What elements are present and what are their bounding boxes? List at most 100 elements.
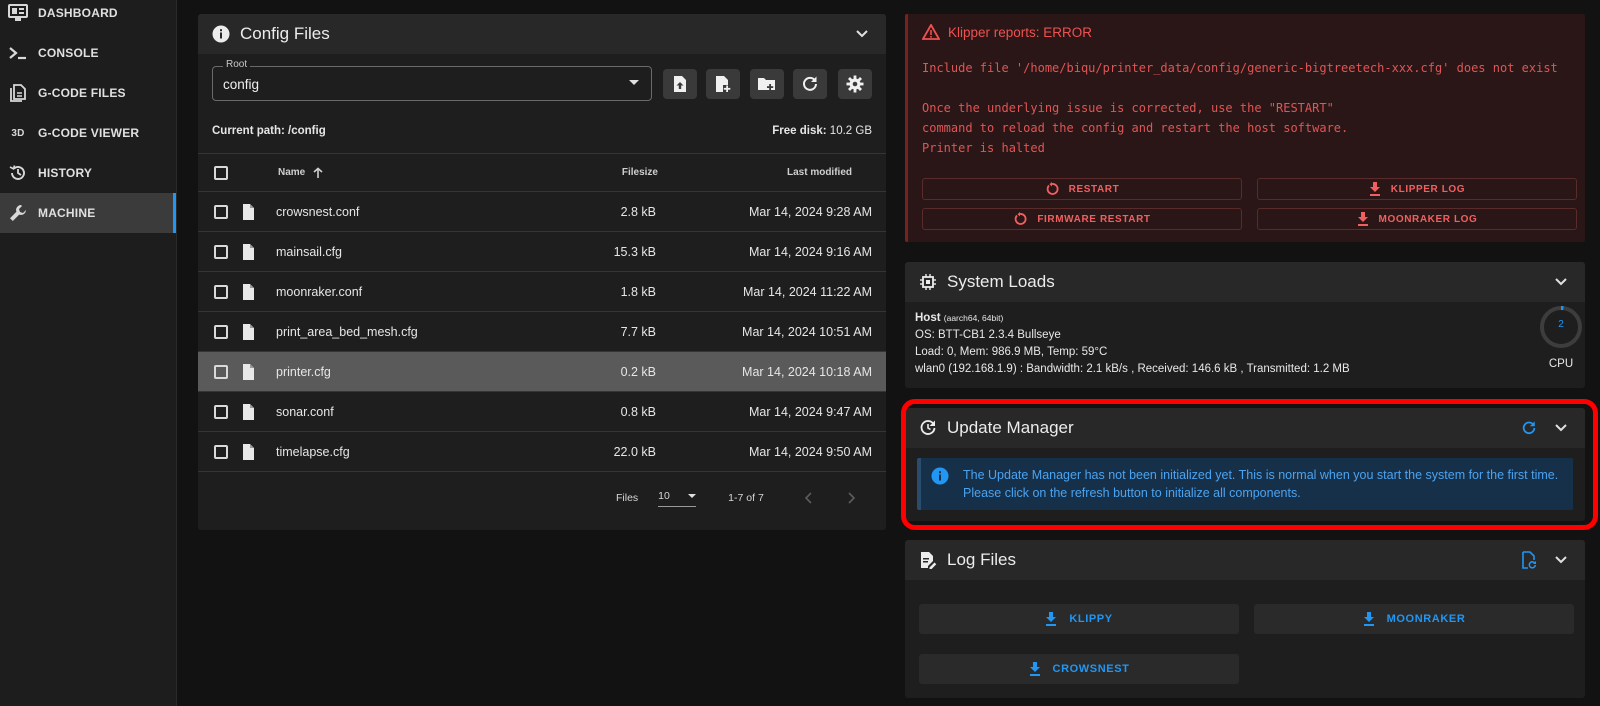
sidebar-item-label: G-CODE FILES xyxy=(38,86,126,100)
create-file-button[interactable] xyxy=(706,69,740,99)
modified-column-header[interactable]: Last modified xyxy=(658,167,886,178)
info-icon xyxy=(212,25,230,43)
chevron-down-icon[interactable] xyxy=(1551,550,1571,570)
row-checkbox[interactable] xyxy=(214,204,228,219)
crowsnest-log-button[interactable]: CROWSNEST xyxy=(919,654,1239,684)
moonraker-log-button[interactable]: MOONRAKER LOG xyxy=(1257,208,1577,230)
alert-icon xyxy=(922,24,940,40)
sidebar-item-gcode-viewer[interactable]: 3D G-CODE VIEWER xyxy=(0,113,176,153)
file-name: crowsnest.conf xyxy=(276,204,360,219)
log-files-header: Log Files xyxy=(905,540,1585,580)
name-column-header[interactable]: Name xyxy=(278,166,558,179)
file-size: 1.8 kB xyxy=(620,284,656,299)
file-refresh-icon xyxy=(1522,551,1537,569)
files-per-page-label: Files xyxy=(616,492,639,504)
download-icon xyxy=(1363,612,1375,626)
file-name: timelapse.cfg xyxy=(276,444,350,459)
file-modified: Mar 14, 2024 9:50 AM xyxy=(749,444,872,459)
firmware-restart-button[interactable]: FIRMWARE RESTART xyxy=(922,208,1242,230)
system-loads-title: System Loads xyxy=(947,272,1055,291)
table-row[interactable]: print_area_bed_mesh.cfg 7.7 kB Mar 14, 202… xyxy=(198,312,886,352)
cpu-value: 2 xyxy=(1558,319,1564,330)
cpu-gauge: 2 xyxy=(1538,304,1584,350)
log-rollover-button[interactable] xyxy=(1521,551,1537,569)
per-page-select[interactable]: 10 xyxy=(658,490,697,507)
chevron-down-icon[interactable] xyxy=(852,24,872,44)
upload-file-button[interactable] xyxy=(663,69,697,99)
arrow-up-icon xyxy=(313,166,323,179)
monitor-dashboard-icon xyxy=(6,1,30,25)
row-checkbox[interactable] xyxy=(214,364,228,379)
wrench-icon xyxy=(6,201,30,225)
table-row[interactable]: moonraker.conf 1.8 kB Mar 14, 2024 11:22 A… xyxy=(198,272,886,312)
file-modified: Mar 14, 2024 10:18 AM xyxy=(742,364,872,379)
config-files-header: Config Files xyxy=(198,14,886,54)
console-prompt-icon xyxy=(6,41,30,65)
download-icon xyxy=(1369,182,1381,196)
select-all-checkbox[interactable] xyxy=(214,165,228,180)
filesize-column-header[interactable]: Filesize xyxy=(558,167,658,178)
restart-icon xyxy=(1013,212,1027,226)
free-disk: Free disk: 10.2 GB xyxy=(772,125,872,137)
sidebar-item-dashboard[interactable]: DASHBOARD xyxy=(0,0,176,33)
system-loads-panel: System Loads Host (aarch64, 64bit) OS: B… xyxy=(905,262,1585,388)
caret-down-icon xyxy=(688,493,697,498)
file-size: 0.2 kB xyxy=(620,364,656,379)
path-info: Current path: /config Free disk: 10.2 GB xyxy=(212,125,872,137)
row-checkbox[interactable] xyxy=(214,244,228,259)
file-upload-icon xyxy=(672,75,688,93)
cpu-label: CPU xyxy=(1548,358,1574,370)
sidebar-item-label: G-CODE VIEWER xyxy=(38,126,140,140)
cpu-chip-icon xyxy=(919,273,937,291)
sidebar: DASHBOARD CONSOLE G-CODE FILES 3D G-CODE… xyxy=(0,0,177,706)
moonraker-log-download-button[interactable]: MOONRAKER xyxy=(1254,604,1574,634)
row-checkbox[interactable] xyxy=(214,444,228,459)
download-icon xyxy=(1029,662,1041,676)
load-info: Load: 0, Mem: 986.9 MB, Temp: 59°C xyxy=(915,346,1108,358)
row-checkbox[interactable] xyxy=(214,404,228,419)
create-folder-button[interactable] xyxy=(750,69,784,99)
table-row[interactable]: mainsail.cfg 15.3 kB Mar 14, 2024 9:16 AM xyxy=(198,232,886,272)
sidebar-item-gcode-files[interactable]: G-CODE FILES xyxy=(0,73,176,113)
system-loads-header: System Loads xyxy=(905,262,1585,302)
host-arch: (aarch64, 64bit) xyxy=(943,313,1004,323)
host-label: Host xyxy=(915,312,941,324)
file-name: moonraker.conf xyxy=(276,284,363,299)
prev-page-button[interactable] xyxy=(804,492,814,504)
refresh-button[interactable] xyxy=(793,69,827,99)
file-name: mainsail.cfg xyxy=(276,244,342,259)
chevron-left-icon xyxy=(804,492,812,504)
table-row[interactable]: printer.cfg 0.2 kB Mar 14, 2024 10:18 AM xyxy=(198,352,886,392)
settings-button[interactable] xyxy=(838,69,872,99)
file-size: 2.8 kB xyxy=(620,204,656,219)
table-row[interactable]: timelapse.cfg 22.0 kB Mar 14, 2024 9:50 AM xyxy=(198,432,886,472)
file-modified: Mar 14, 2024 11:22 AM xyxy=(742,284,872,299)
root-select[interactable]: Root config xyxy=(212,59,652,101)
table-row[interactable]: sonar.conf 0.8 kB Mar 14, 2024 9:47 AM xyxy=(198,392,886,432)
klipper-log-button[interactable]: KLIPPER LOG xyxy=(1257,178,1577,200)
file-icon xyxy=(242,323,258,340)
file-modified: Mar 14, 2024 9:47 AM xyxy=(749,404,872,419)
gear-icon xyxy=(846,75,864,93)
restart-icon xyxy=(1045,182,1059,196)
file-icon xyxy=(242,203,258,220)
file-modified: Mar 14, 2024 9:16 AM xyxy=(749,244,872,259)
row-checkbox[interactable] xyxy=(214,324,228,339)
table-header: Name Filesize Last modified xyxy=(198,153,886,192)
klippy-log-button[interactable]: KLIPPY xyxy=(919,604,1239,634)
sidebar-item-machine[interactable]: MACHINE xyxy=(0,193,176,233)
file-document-edit-icon xyxy=(919,551,937,569)
file-icon xyxy=(242,283,258,300)
sidebar-item-console[interactable]: CONSOLE xyxy=(0,33,176,73)
table-row[interactable]: crowsnest.conf 2.8 kB Mar 14, 2024 9:28 AM xyxy=(198,192,886,232)
chevron-down-icon[interactable] xyxy=(1551,272,1571,292)
file-name: sonar.conf xyxy=(276,404,334,419)
sidebar-item-history[interactable]: HISTORY xyxy=(0,153,176,193)
restart-button[interactable]: RESTART xyxy=(922,178,1242,200)
file-modified: Mar 14, 2024 9:28 AM xyxy=(749,204,872,219)
row-checkbox[interactable] xyxy=(214,284,228,299)
host-info: Host (aarch64, 64bit) OS: BTT-CB1 2.3.4 … xyxy=(915,310,1350,378)
history-icon xyxy=(6,161,30,185)
next-page-button[interactable] xyxy=(846,492,856,504)
refresh-icon xyxy=(801,75,819,93)
